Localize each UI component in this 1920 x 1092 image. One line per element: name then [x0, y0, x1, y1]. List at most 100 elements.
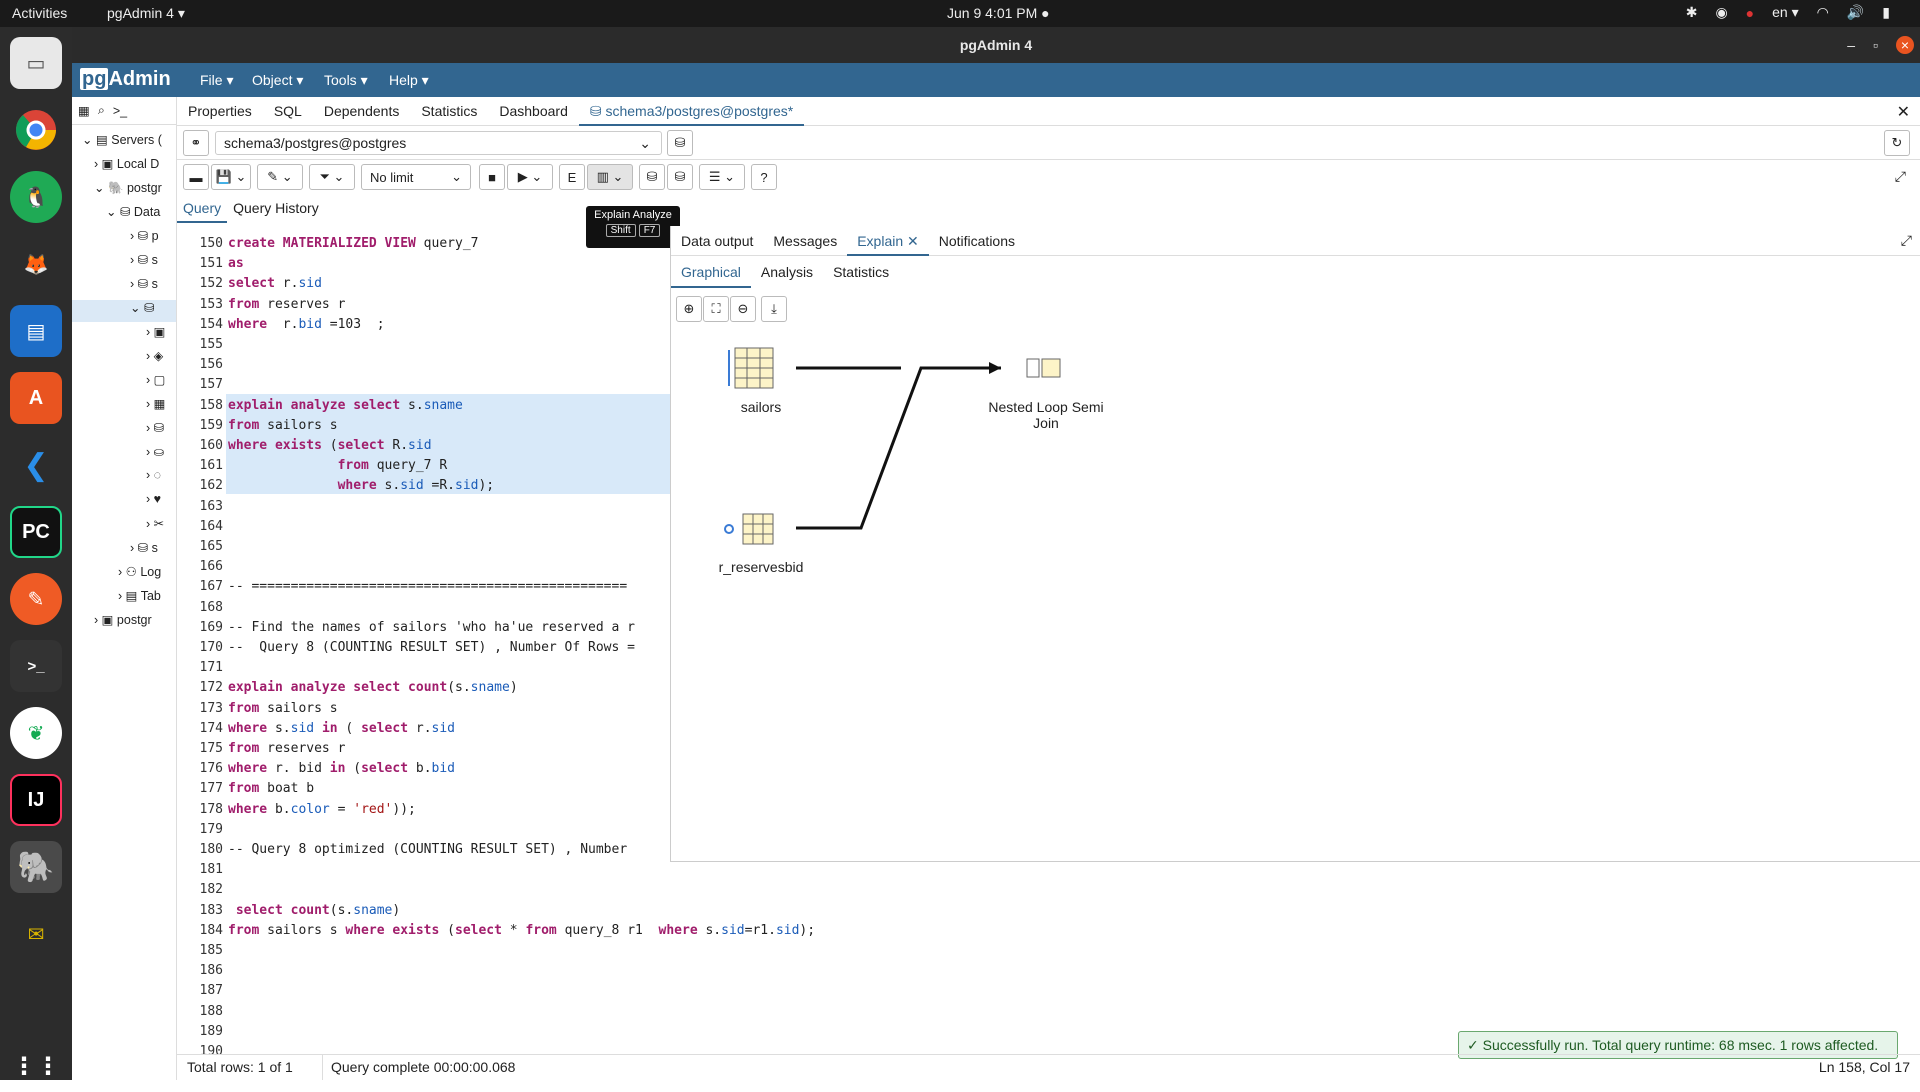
tree-node-icon[interactable]: › ✂ [146, 516, 164, 531]
language-indicator[interactable]: en ▾ [1772, 4, 1799, 21]
code-line[interactable]: select r.sid [228, 276, 322, 291]
code-line[interactable]: where b.color = 'red')); [228, 802, 416, 817]
plan-node-nested-loop[interactable]: Nested Loop Semi Join [971, 399, 1121, 431]
terminal-icon[interactable]: >_ [10, 640, 62, 692]
tree-item-db-s1[interactable]: › ⛁ s [130, 252, 158, 267]
code-line[interactable]: select count(s.sname) [228, 903, 400, 918]
plan-node-reserves[interactable]: r_reservesbid [691, 559, 831, 575]
code-line[interactable]: as [228, 256, 244, 271]
tab-dependents[interactable]: Dependents [313, 97, 411, 126]
code-line[interactable]: create MATERIALIZED VIEW query_7 [228, 236, 478, 251]
tree-node-icon[interactable]: › ◌ [146, 468, 161, 482]
teams-icon[interactable]: ◉ [1715, 4, 1727, 21]
connection-select[interactable]: schema3/postgres@postgres ⌄ [215, 131, 662, 155]
menu-tools[interactable]: Tools ▾ [324, 72, 368, 89]
code-line[interactable]: from query_7 R [228, 458, 448, 473]
tree-item-servers[interactable]: ⌄ ▤ Servers ( [82, 132, 162, 147]
search-icon[interactable]: ⌕ [98, 103, 105, 118]
menu-help[interactable]: Help ▾ [389, 72, 429, 89]
chrome-icon[interactable] [10, 104, 62, 156]
tree-node-icon[interactable]: › ⛀ [146, 444, 164, 459]
tree-item-postgres-2[interactable]: › ▣ postgr [94, 612, 152, 627]
tab-query-tool[interactable]: ⛁ schema3/postgres@postgres* [578, 97, 805, 126]
code-line[interactable]: where exists (select R.sid [228, 438, 432, 453]
tree-item-databases[interactable]: ⌄ ⛁ Data [106, 204, 160, 219]
tab-query[interactable]: Query [177, 197, 228, 223]
tab-properties[interactable]: Properties [177, 97, 263, 126]
tree-item-login-roles[interactable]: › ⚇ Log [118, 564, 161, 579]
tree-node-icon[interactable]: › ⛁ [146, 420, 164, 435]
stop-icon[interactable]: ■ [479, 164, 505, 190]
penguin-app-icon[interactable]: 🐧 [10, 171, 62, 223]
postman-icon[interactable]: ✎ [10, 573, 62, 625]
code-line[interactable]: from boat b [228, 781, 314, 796]
vscode-icon[interactable]: ❮ [10, 439, 62, 491]
commit-icon[interactable]: ⛁ [639, 164, 665, 190]
app-grid-icon[interactable]: ⋮⋮ [10, 1040, 62, 1092]
code-line[interactable]: from sailors s [228, 701, 338, 716]
code-line[interactable]: -- Query 8 (COUNTING RESULT SET) , Numbe… [228, 640, 635, 655]
wifi-icon[interactable]: ◠ [1817, 4, 1829, 21]
code-line[interactable]: explain analyze select s.sname [228, 398, 463, 413]
edit-icon[interactable]: ✎ ⌄ [257, 164, 303, 190]
plan-node-sailors[interactable]: sailors [711, 399, 811, 415]
save-icon[interactable]: 💾 ⌄ [211, 164, 251, 190]
help-icon[interactable]: ? [751, 164, 777, 190]
software-center-icon[interactable]: A [10, 372, 62, 424]
tree-node-icon[interactable]: › ♥ [146, 492, 161, 506]
refresh-icon[interactable]: ↻ [1884, 130, 1910, 156]
table-icon[interactable]: ▦ [78, 103, 90, 118]
files-icon[interactable]: ▭ [10, 37, 62, 89]
intellij-icon[interactable]: IJ [10, 774, 62, 826]
tree-item-db-s3[interactable]: › ⛁ s [130, 540, 158, 555]
psql-icon[interactable]: >_ [113, 104, 127, 118]
connection-status-icon[interactable]: ⚭ [183, 130, 209, 156]
tree-item-tablespaces[interactable]: › ▤ Tab [118, 588, 161, 603]
tree-node-icon[interactable]: › ◈ [146, 348, 163, 363]
tree-item-local[interactable]: › ▣ Local D [94, 156, 159, 171]
app-menu[interactable]: pgAdmin 4 ▾ [107, 5, 185, 22]
record-icon[interactable]: ● [1746, 5, 1754, 21]
code-line[interactable]: from reserves r [228, 741, 345, 756]
row-limit-select[interactable]: No limit ⌄ [361, 164, 471, 190]
tree-item-db-p[interactable]: › ⛁ p [130, 228, 159, 243]
close-window-icon[interactable]: × [1896, 36, 1914, 54]
close-tab-icon[interactable]: ✕ [1897, 102, 1910, 122]
minimize-icon[interactable]: – [1847, 27, 1855, 63]
maximize-icon[interactable]: ▫ [1873, 27, 1878, 63]
code-line[interactable]: from reserves r [228, 297, 345, 312]
code-line[interactable]: -- Find the names of sailors 'who ha'ue … [228, 620, 635, 635]
battery-icon[interactable]: ▮ [1882, 4, 1890, 21]
tree-node-icon[interactable]: › ▦ [146, 396, 165, 411]
code-line[interactable]: where s.sid in ( select r.sid [228, 721, 455, 736]
explain-analyze-icon[interactable]: ▥ ⌄ [587, 164, 633, 190]
database-icon[interactable]: ⛁ [667, 130, 693, 156]
filter-icon[interactable]: ⏷ ⌄ [309, 164, 355, 190]
activities-button[interactable]: Activities [12, 5, 67, 21]
execute-icon[interactable]: ▶ ⌄ [507, 164, 553, 190]
tree-item-postgres[interactable]: ⌄ 🐘 postgr [94, 180, 162, 196]
code-line[interactable]: from sailors s [228, 418, 338, 433]
open-file-icon[interactable]: ▬ [183, 164, 209, 190]
code-line[interactable]: explain analyze select count(s.sname) [228, 680, 518, 695]
email-tool-icon[interactable]: ✉ [10, 908, 62, 960]
code-line[interactable]: from sailors s where exists (select * fr… [228, 923, 815, 938]
explain-icon[interactable]: E [559, 164, 585, 190]
mongodb-icon[interactable]: ❦ [10, 707, 62, 759]
menu-object[interactable]: Object ▾ [252, 72, 303, 89]
rollback-icon[interactable]: ⛁ [667, 164, 693, 190]
gimp-icon[interactable]: 🦊 [10, 238, 62, 290]
tree-item-selected-db[interactable]: ⌄ ⛁ [72, 300, 176, 322]
code-line[interactable]: -- =====================================… [228, 579, 627, 594]
code-line[interactable]: where r. bid in (select b.bid [228, 761, 455, 776]
tab-statistics[interactable]: Statistics [410, 97, 488, 126]
tree-node-icon[interactable]: › ▣ [146, 324, 165, 339]
tab-dashboard[interactable]: Dashboard [488, 97, 579, 126]
pycharm-icon[interactable]: PC [10, 506, 62, 558]
tree-node-icon[interactable]: › ▢ [146, 372, 165, 387]
slack-icon[interactable]: ✱ [1686, 4, 1698, 21]
tab-query-history[interactable]: Query History [227, 197, 325, 223]
code-line[interactable]: where r.bid =103 ; [228, 317, 385, 332]
menu-file[interactable]: File ▾ [200, 72, 233, 89]
writer-icon[interactable]: ▤ [10, 305, 62, 357]
